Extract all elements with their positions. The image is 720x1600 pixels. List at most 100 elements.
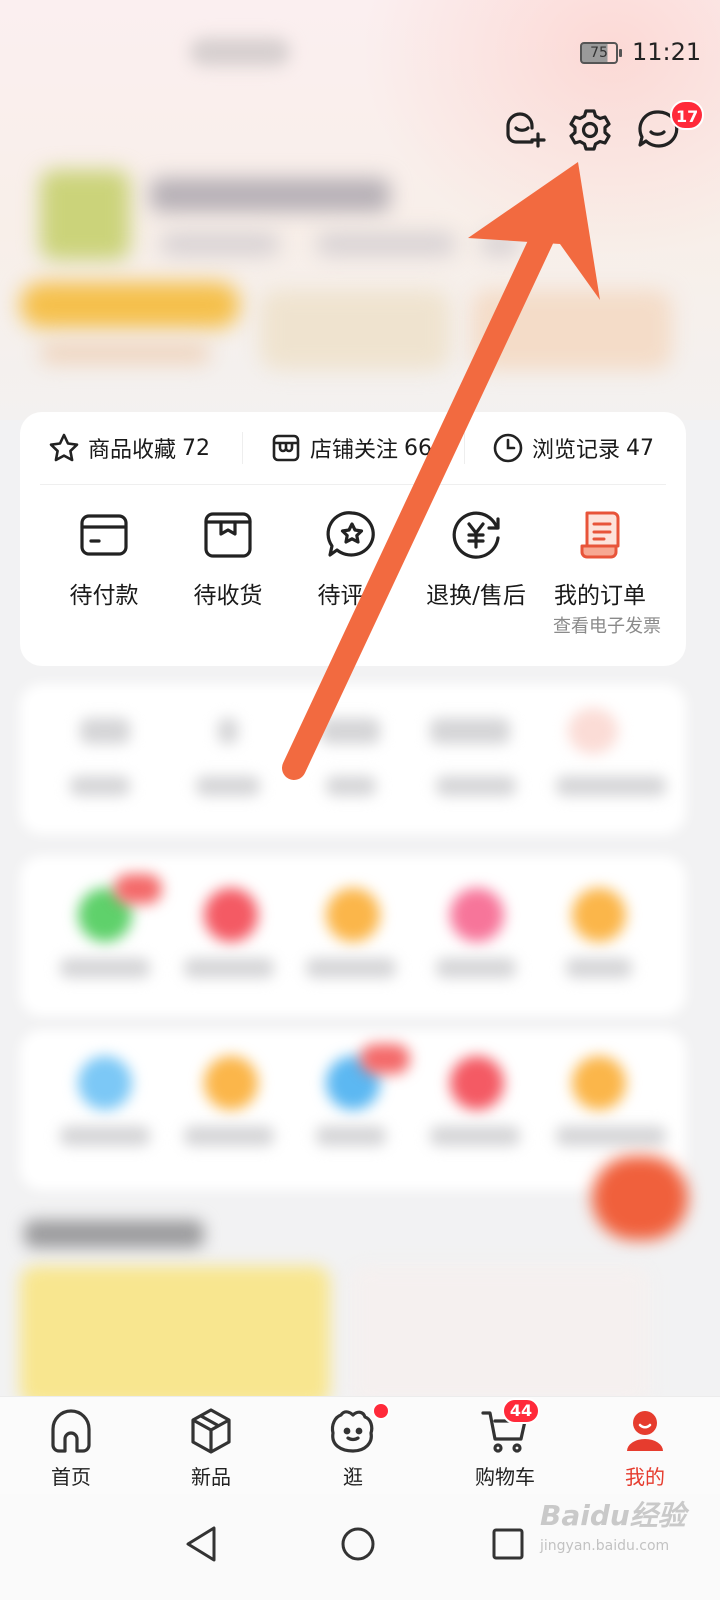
tab-label: 我的 <box>625 1465 665 1489</box>
clock-icon <box>493 433 523 463</box>
divider <box>40 484 666 485</box>
promo-card-blurred[interactable] <box>20 1266 330 1406</box>
order-pending-receipt[interactable]: 待收货 <box>166 508 290 610</box>
watermark-brand: Baidu经验 <box>540 1499 686 1532</box>
blurred-icon <box>78 1056 132 1110</box>
tab-label: 新品 <box>191 1465 231 1489</box>
stat-label: 店铺关注 <box>310 438 399 463</box>
blurred-icon <box>572 1056 626 1110</box>
assets-section-blurred <box>20 684 686 834</box>
invoice-link[interactable]: 查看电子发票 <box>532 612 682 638</box>
home-nav-icon[interactable] <box>336 1522 380 1566</box>
order-pending-review[interactable]: 待评价 <box>290 508 414 610</box>
blurred-label <box>436 776 516 796</box>
floating-promo-button[interactable] <box>592 1156 688 1240</box>
blurred-label <box>556 776 666 796</box>
watermark-url: jingyan.baidu.com <box>540 1538 670 1554</box>
blurred-label <box>70 776 130 796</box>
gear-icon[interactable] <box>566 106 614 154</box>
tab-home[interactable]: 首页 <box>16 1405 126 1490</box>
order-label: 待收货 <box>193 583 263 609</box>
avatar[interactable] <box>40 170 130 260</box>
stat-followed-shops[interactable]: 店铺关注 66 <box>270 430 432 466</box>
receipt-icon <box>580 511 620 559</box>
order-refund-aftersale[interactable]: 退换/售后 <box>414 508 538 610</box>
benefit-card-blurred[interactable] <box>472 290 672 370</box>
stat-label: 浏览记录 <box>532 438 621 463</box>
explore-notification-dot <box>372 1402 390 1420</box>
stat-favorites[interactable]: 商品收藏 72 <box>48 430 210 466</box>
blurred-icon <box>326 888 380 942</box>
tab-explore[interactable]: 逛 <box>298 1405 408 1490</box>
blurred-value <box>218 718 238 744</box>
recents-icon[interactable] <box>486 1522 530 1566</box>
tab-label: 首页 <box>51 1465 91 1489</box>
blurred-label <box>430 1126 520 1146</box>
tab-mine[interactable]: 我的 <box>590 1405 700 1490</box>
wallet-icon <box>80 514 128 556</box>
shop-icon <box>272 434 300 462</box>
orders-card: 商品收藏 72 店铺关注 66 浏览记录 47 待付款 待收货 待评价 退换/售… <box>20 412 686 666</box>
services-section-blurred <box>20 1030 686 1190</box>
profile-tag-blurred <box>316 232 456 256</box>
order-label: 待评价 <box>317 583 387 609</box>
blurred-icon <box>450 1056 504 1110</box>
divider <box>242 432 243 464</box>
promo-card-blurred[interactable] <box>350 1266 650 1406</box>
membership-sub-blurred <box>40 342 210 364</box>
order-my-orders[interactable]: 我的订单 <box>538 508 662 610</box>
blurred-label <box>184 958 274 978</box>
back-icon[interactable] <box>182 1522 226 1566</box>
bottom-tab-bar: 首页 新品 逛 购物车 我的 <box>0 1396 720 1495</box>
profile-tag-blurred <box>160 232 280 256</box>
divider <box>464 432 465 464</box>
benefit-card-blurred[interactable] <box>260 290 450 370</box>
blurred-value <box>80 718 130 744</box>
cube-icon <box>191 1408 231 1454</box>
blurred-value <box>430 718 510 744</box>
clock: 11:21 <box>632 38 702 66</box>
profile-icon <box>627 1411 663 1451</box>
blurred-badge <box>360 1044 410 1074</box>
order-label: 退换/售后 <box>426 583 526 609</box>
star-icon <box>49 433 79 462</box>
blurred-icon <box>450 888 504 942</box>
carrier-blurred <box>190 38 290 66</box>
blurred-label <box>436 958 516 978</box>
blurred-label <box>556 1126 666 1146</box>
blurred-icon <box>204 888 258 942</box>
tab-label: 购物车 <box>475 1465 535 1489</box>
refund-icon <box>452 511 500 559</box>
blurred-icon <box>568 708 618 754</box>
blurred-label <box>60 958 150 978</box>
tab-label: 逛 <box>343 1465 363 1489</box>
home-icon <box>51 1409 91 1453</box>
blurred-label <box>566 958 632 978</box>
blurred-label <box>60 1126 150 1146</box>
review-icon <box>326 511 375 557</box>
blurred-label <box>316 1126 386 1146</box>
blurred-label <box>326 776 376 796</box>
blurred-value <box>320 718 380 744</box>
add-friend-icon[interactable] <box>502 106 550 154</box>
blurred-icon <box>572 888 626 942</box>
battery-indicator: 75 <box>580 42 622 64</box>
status-bar: 75 11:21 <box>0 0 720 100</box>
blurred-label <box>196 776 260 796</box>
stat-count: 47 <box>626 435 655 461</box>
message-badge: 17 <box>670 100 705 130</box>
username-blurred <box>150 178 390 212</box>
order-label: 我的订单 <box>554 583 646 609</box>
order-pending-payment[interactable]: 待付款 <box>42 508 166 610</box>
tab-new[interactable]: 新品 <box>156 1405 266 1490</box>
recommend-title-blurred <box>24 1220 204 1248</box>
stat-label: 商品收藏 <box>88 438 177 463</box>
blurred-icon <box>204 1056 258 1110</box>
membership-banner-blurred[interactable] <box>20 282 240 328</box>
blurred-label <box>184 1126 274 1146</box>
profile-tag-blurred <box>480 232 520 256</box>
order-label: 待付款 <box>69 583 139 609</box>
stat-history[interactable]: 浏览记录 47 <box>492 430 654 466</box>
stat-count: 72 <box>182 435 211 461</box>
blurred-badge <box>114 874 162 904</box>
